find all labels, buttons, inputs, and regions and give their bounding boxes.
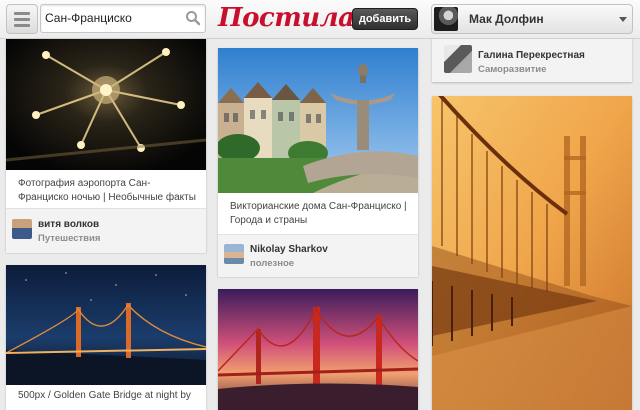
bridge-sunset-image [218, 289, 418, 410]
pin-card[interactable]: Викторианские дома Сан-Франциско | Город… [218, 48, 418, 277]
menu-bar-line [14, 24, 30, 27]
pin-image-golden-gate-night[interactable] [6, 265, 206, 385]
pin-image-bridge-golden[interactable] [432, 96, 632, 410]
pin-user-name[interactable]: Nikolay Sharkov [250, 244, 328, 255]
pin-caption: Фотография аэропорта Сан-Франциско ночью… [18, 178, 196, 203]
pin-card[interactable]: 500px / Golden Gate Bridge at night by [6, 265, 206, 410]
top-bar: Постила добавить Мак Долфин [0, 0, 640, 39]
bridge-night-image [6, 265, 206, 385]
pin-card[interactable]: Фотография аэропорта Сан-Франциско ночью… [6, 30, 206, 253]
pin-attribution: витя волков Путешествия [6, 208, 206, 253]
pin-user-name[interactable]: Галина Перекрестная [478, 50, 585, 61]
avatar[interactable] [12, 219, 32, 239]
pin-image-painted-ladies[interactable] [218, 48, 418, 193]
golden-bridge-image [432, 96, 632, 410]
menu-button[interactable] [6, 4, 38, 34]
pin-category[interactable]: Саморазвитие [478, 64, 546, 75]
avatar[interactable] [224, 244, 244, 264]
pin-category[interactable]: полезное [250, 258, 294, 269]
search-box [40, 4, 206, 33]
pin-card[interactable] [218, 289, 418, 410]
pin-category[interactable]: Путешествия [38, 233, 100, 244]
pin-image-airport[interactable] [6, 30, 206, 170]
user-avatar [434, 7, 458, 31]
pin-attribution: Nikolay Sharkov полезное [218, 234, 418, 277]
pin-user-name[interactable]: витя волков [38, 219, 99, 230]
add-button[interactable]: добавить [352, 8, 418, 30]
pin-caption: Викторианские дома Сан-Франциско | Город… [230, 201, 407, 226]
chevron-down-icon [619, 17, 627, 22]
user-menu[interactable]: Мак Долфин [431, 4, 633, 34]
airport-night-image [6, 30, 206, 170]
search-icon[interactable] [185, 10, 201, 26]
avatar[interactable] [444, 45, 472, 73]
search-input[interactable] [45, 9, 179, 27]
user-name: Мак Долфин [469, 12, 544, 26]
pin-caption: 500px / Golden Gate Bridge at night by [18, 390, 191, 401]
victorian-houses-image [218, 48, 418, 193]
pin-card[interactable] [432, 96, 632, 410]
logo[interactable]: Постила [218, 1, 355, 35]
pin-image-golden-gate-sunset[interactable] [218, 289, 418, 410]
menu-bar-line [14, 12, 30, 15]
menu-bar-line [14, 18, 30, 21]
